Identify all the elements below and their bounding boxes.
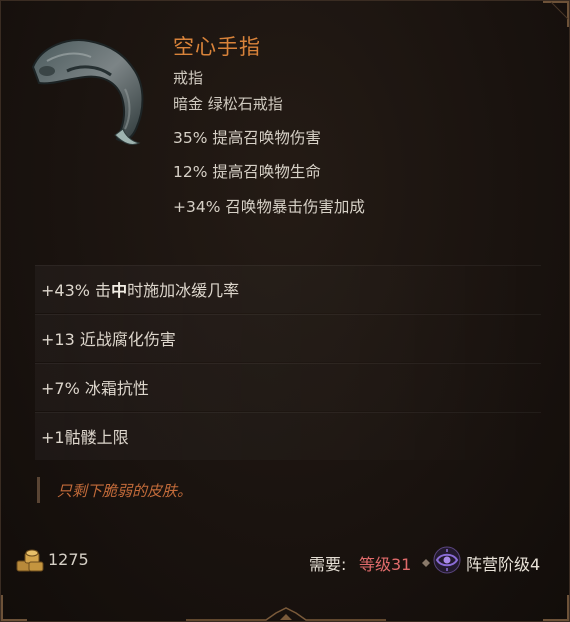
affix-row: +7% 冰霜抗性 [35, 363, 541, 411]
ring-claw-icon [31, 39, 144, 146]
requirement-label: 需要: [309, 555, 347, 574]
affix-text: +13 近战腐化伤害 [41, 330, 176, 349]
implicit-stat: 35% 提高召唤物伤害 [173, 129, 321, 147]
item-type: 戒指 [173, 69, 204, 87]
corner-ornament-icon [543, 1, 569, 27]
bottom-ornament-icon [186, 607, 386, 621]
flavor-divider [37, 477, 40, 503]
gold-value: 1275 [48, 550, 89, 569]
corner-ornament-icon [543, 595, 569, 621]
implicit-stat: 12% 提高召唤物生命 [173, 163, 321, 181]
affix-text: +43% 击中时施加冰缓几率 [41, 281, 240, 300]
faction-requirement: 阵营阶级4 [466, 555, 541, 574]
faction-eye-icon [433, 546, 461, 574]
affix-row: +43% 击中时施加冰缓几率 [35, 265, 541, 313]
item-name: 空心手指 [173, 35, 261, 59]
affix-text: +7% 冰霜抗性 [41, 379, 149, 398]
affix-row: +13 近战腐化伤害 [35, 314, 541, 362]
implicit-stat: +34% 召唤物暴击伤害加成 [173, 198, 365, 216]
affix-row: +1骷髅上限 [35, 412, 541, 460]
affix-text: +1骷髅上限 [41, 428, 129, 447]
gold-coins-icon [16, 549, 44, 572]
separator-diamond-icon [422, 559, 430, 567]
level-requirement: 等级31 [359, 555, 412, 574]
corner-ornament-icon [1, 595, 27, 621]
item-subtype: 暗金 绿松石戒指 [173, 95, 283, 113]
item-tooltip: 空心手指 戒指 暗金 绿松石戒指 35% 提高召唤物伤害 12% 提高召唤物生命… [0, 0, 570, 622]
flavor-text: 只剩下脆弱的皮肤。 [57, 482, 193, 500]
